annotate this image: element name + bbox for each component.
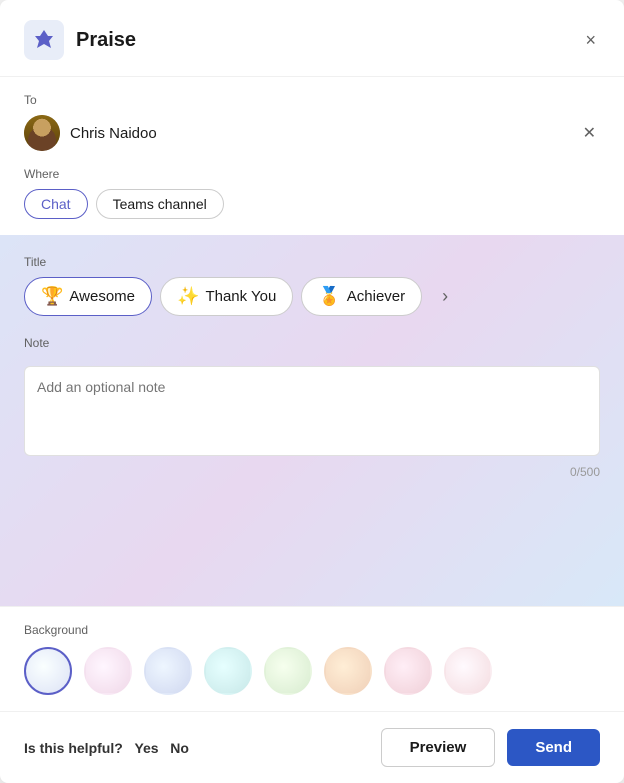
praise-modal: Praise × To Chris Naidoo ✕ Where Chat Te… (0, 0, 624, 783)
badge-achiever-label: Achiever (347, 288, 405, 305)
recipient-name: Chris Naidoo (70, 125, 569, 142)
where-chat-button[interactable]: Chat (24, 189, 88, 219)
color-circle-peach[interactable] (324, 647, 372, 695)
awesome-emoji: 🏆 (41, 286, 63, 307)
badge-awesome-button[interactable]: 🏆 Awesome (24, 277, 152, 316)
helpful-question: Is this helpful? (24, 740, 123, 756)
background-section: Background (0, 606, 624, 711)
footer: Is this helpful? Yes No Preview Send (0, 711, 624, 783)
title-badges-row: 🏆 Awesome ✨ Thank You 🏅 Achiever › (24, 277, 600, 316)
badge-awesome-label: Awesome (69, 288, 135, 305)
thank-you-emoji: ✨ (177, 286, 199, 307)
badge-thank-you-label: Thank You (205, 288, 276, 305)
where-buttons: Chat Teams channel (24, 189, 600, 219)
recipient-row: Chris Naidoo ✕ (24, 115, 600, 151)
background-label: Background (24, 623, 600, 637)
preview-button[interactable]: Preview (381, 728, 496, 767)
where-section: Where Chat Teams channel (0, 163, 624, 235)
yes-link[interactable]: Yes (134, 740, 158, 756)
color-circle-pale-pink[interactable] (444, 647, 492, 695)
modal-title: Praise (76, 29, 581, 52)
to-section: To Chris Naidoo ✕ (0, 77, 624, 163)
badge-thank-you-button[interactable]: ✨ Thank You (160, 277, 293, 316)
note-textarea[interactable] (24, 366, 600, 456)
note-section: Note 0/500 (24, 336, 600, 479)
where-label: Where (24, 167, 600, 181)
avatar (24, 115, 60, 151)
color-circle-mint[interactable] (204, 647, 252, 695)
color-circle-blush[interactable] (384, 647, 432, 695)
color-circle-lavender[interactable] (24, 647, 72, 695)
gradient-section: Title 🏆 Awesome ✨ Thank You 🏅 Achiever ›… (0, 235, 624, 606)
to-label: To (24, 93, 600, 107)
note-label: Note (24, 336, 600, 350)
no-link[interactable]: No (170, 740, 189, 756)
badge-achiever-button[interactable]: 🏅 Achiever (301, 277, 422, 316)
where-teams-channel-button[interactable]: Teams channel (96, 189, 224, 219)
remove-recipient-button[interactable]: ✕ (579, 119, 600, 147)
note-count: 0/500 (24, 465, 600, 479)
praise-icon (24, 20, 64, 60)
color-circle-light-blue[interactable] (144, 647, 192, 695)
modal-header: Praise × (0, 0, 624, 77)
achiever-emoji: 🏅 (318, 286, 340, 307)
color-circle-light-green[interactable] (264, 647, 312, 695)
helpful-text: Is this helpful? Yes No (24, 740, 369, 756)
title-label: Title (24, 255, 600, 269)
send-button[interactable]: Send (507, 729, 600, 766)
close-button[interactable]: × (581, 26, 600, 55)
color-circles (24, 647, 600, 695)
color-circle-pink[interactable] (84, 647, 132, 695)
more-badges-button[interactable]: › (434, 282, 456, 311)
